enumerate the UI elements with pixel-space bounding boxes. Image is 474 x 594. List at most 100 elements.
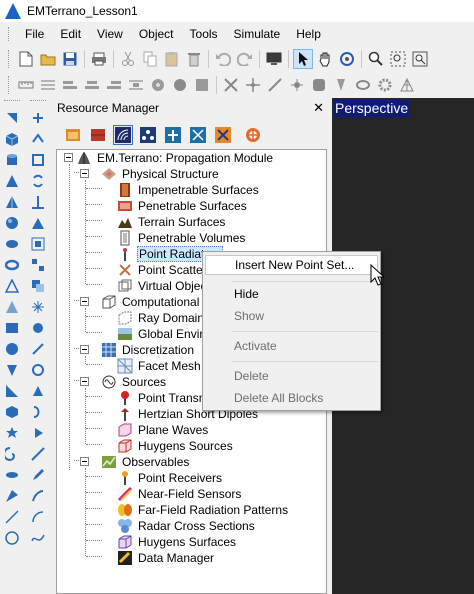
material-icon[interactable] xyxy=(88,125,108,145)
tree-node-terrain-surfaces[interactable]: Terrain Surfaces xyxy=(117,214,226,230)
menu-object[interactable]: Object xyxy=(131,27,182,41)
open-folder-icon[interactable] xyxy=(63,125,83,145)
pan-icon[interactable] xyxy=(315,49,335,69)
spiral-icon[interactable] xyxy=(2,443,22,464)
display-icon[interactable] xyxy=(264,49,284,69)
shield-icon[interactable] xyxy=(309,75,329,95)
heart-icon[interactable] xyxy=(2,464,22,485)
tree-node-sources[interactable]: Sources xyxy=(101,374,167,390)
menubar-grip[interactable] xyxy=(8,27,11,41)
antenna-icon[interactable] xyxy=(163,125,183,145)
curve-icon[interactable] xyxy=(2,527,22,548)
target-icon[interactable] xyxy=(243,125,263,145)
tree-node-point-receivers[interactable]: Point Receivers xyxy=(117,470,223,486)
sphere-icon[interactable] xyxy=(2,212,22,233)
tree-node-near-field-sensors[interactable]: Near-Field Sensors xyxy=(117,486,242,502)
rotate-icon[interactable] xyxy=(337,49,357,69)
tree-node-huygens-sources[interactable]: Huygens Sources xyxy=(117,438,234,454)
move-icon[interactable] xyxy=(28,107,48,128)
palette-grip[interactable] xyxy=(4,100,20,103)
rotate-icon[interactable] xyxy=(28,128,48,149)
align-center-icon[interactable] xyxy=(82,75,102,95)
torus-icon[interactable] xyxy=(2,254,22,275)
cone-icon[interactable] xyxy=(331,75,351,95)
join-icon[interactable] xyxy=(28,254,48,275)
zoom-icon[interactable] xyxy=(366,49,386,69)
copy-icon[interactable] xyxy=(140,49,160,69)
nodes-icon[interactable] xyxy=(138,125,158,145)
sector-icon[interactable] xyxy=(2,485,22,506)
tree-node-ray-domain[interactable]: Ray Domain xyxy=(117,310,205,326)
circle-icon[interactable] xyxy=(2,338,22,359)
distribute-icon[interactable] xyxy=(126,75,146,95)
tree-collapse-toggle[interactable] xyxy=(80,377,89,386)
menu-edit[interactable]: Edit xyxy=(52,27,89,41)
save-icon[interactable] xyxy=(60,49,80,69)
menu-item-hide[interactable]: Hide xyxy=(205,284,378,304)
tree-node-plane-waves[interactable]: Plane Waves xyxy=(117,422,209,438)
lens-icon[interactable] xyxy=(353,75,373,95)
tree-collapse-toggle[interactable] xyxy=(80,345,89,354)
revolve-icon[interactable] xyxy=(28,359,48,380)
close-icon[interactable]: ✕ xyxy=(313,100,324,116)
toolbar-grip[interactable] xyxy=(8,50,11,68)
group-icon[interactable] xyxy=(28,212,48,233)
tree-node-penetrable-volumes[interactable]: Penetrable Volumes xyxy=(117,230,246,246)
tree-node-radar-cross-sections[interactable]: Radar Cross Sections xyxy=(117,518,256,534)
cut-icon[interactable] xyxy=(118,49,138,69)
measure-icon[interactable] xyxy=(28,485,48,506)
delete-icon[interactable] xyxy=(184,49,204,69)
print-icon[interactable] xyxy=(89,49,109,69)
pointer-icon[interactable] xyxy=(293,49,313,69)
tree-node-huygens-surfaces[interactable]: Huygens Surfaces xyxy=(117,534,237,550)
tree-collapse-toggle[interactable] xyxy=(80,169,89,178)
zoom-fit-icon[interactable] xyxy=(410,49,430,69)
scale-icon[interactable] xyxy=(28,149,48,170)
mesh-icon[interactable] xyxy=(397,75,417,95)
loft-icon[interactable] xyxy=(28,401,48,422)
pyramid-icon[interactable] xyxy=(2,191,22,212)
ruler-icon[interactable] xyxy=(16,75,36,95)
tree-node-impenetrable-surfaces[interactable]: Impenetrable Surfaces xyxy=(117,182,260,198)
redo-icon[interactable] xyxy=(235,49,255,69)
sphere-icon[interactable] xyxy=(170,75,190,95)
shell-icon[interactable] xyxy=(28,422,48,443)
tree-root[interactable]: EM.Terrano: Propagation Module xyxy=(76,150,274,166)
box-icon[interactable] xyxy=(2,128,22,149)
menu-item-insert-new-point-set[interactable]: Insert New Point Set... xyxy=(205,255,378,275)
hexagon-icon[interactable] xyxy=(2,401,22,422)
array-icon[interactable] xyxy=(28,191,48,212)
tree-node-discretization[interactable]: Discretization xyxy=(101,342,195,358)
cylinder-icon[interactable] xyxy=(2,149,22,170)
polygon-icon[interactable] xyxy=(2,359,22,380)
menu-help[interactable]: Help xyxy=(288,27,329,41)
tree-node-physical-structure[interactable]: Physical Structure xyxy=(101,166,220,182)
line-icon[interactable] xyxy=(2,506,22,527)
rectangle-icon[interactable] xyxy=(2,317,22,338)
triangle-icon[interactable] xyxy=(2,380,22,401)
menu-file[interactable]: File xyxy=(17,27,52,41)
cross-arrows-icon[interactable] xyxy=(213,125,233,145)
arrow-icon[interactable] xyxy=(2,107,22,128)
prism-icon[interactable] xyxy=(2,296,22,317)
gear-icon[interactable] xyxy=(375,75,395,95)
new-icon[interactable] xyxy=(16,49,36,69)
scissors-icon[interactable] xyxy=(221,75,241,95)
offset-icon[interactable] xyxy=(28,317,48,338)
snap-icon[interactable] xyxy=(243,75,263,95)
align-right-icon[interactable] xyxy=(104,75,124,95)
extrude-icon[interactable] xyxy=(28,338,48,359)
network-icon[interactable] xyxy=(188,125,208,145)
align-left-icon[interactable] xyxy=(60,75,80,95)
mirror-icon[interactable] xyxy=(28,170,48,191)
signal-icon[interactable] xyxy=(113,125,133,145)
pencil-icon[interactable] xyxy=(28,464,48,485)
tree-collapse-toggle[interactable] xyxy=(64,153,73,162)
undo-icon[interactable] xyxy=(213,49,233,69)
menu-view[interactable]: View xyxy=(89,27,131,41)
cone-icon[interactable] xyxy=(2,170,22,191)
paste-icon[interactable] xyxy=(162,49,182,69)
tree-node-observables[interactable]: Observables xyxy=(101,454,190,470)
menu-tools[interactable]: Tools xyxy=(182,27,226,41)
tree-collapse-toggle[interactable] xyxy=(80,297,89,306)
